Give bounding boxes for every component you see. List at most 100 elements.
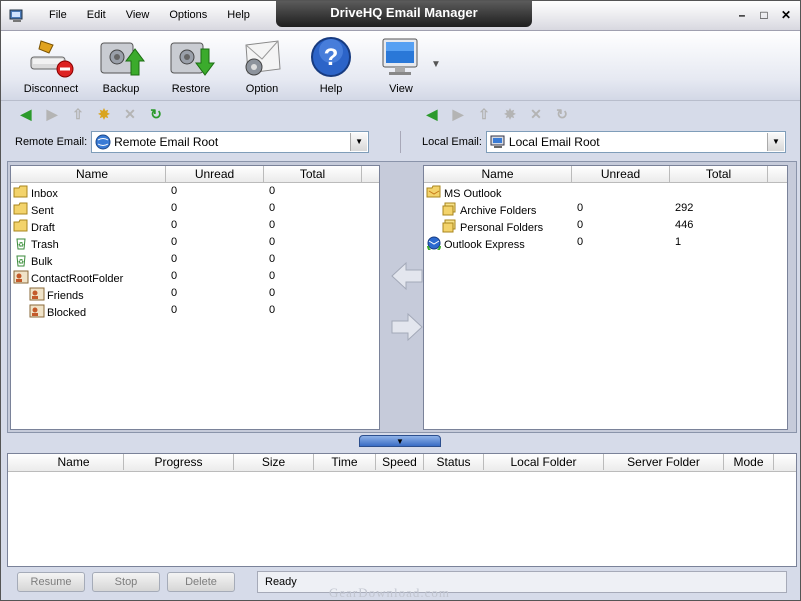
xfer-col-progress[interactable]: Progress — [124, 454, 234, 470]
svg-text:♻: ♻ — [18, 259, 24, 266]
minimize-button[interactable]: – — [736, 8, 748, 22]
local-folder-row[interactable]: Outlook Express 0 1 — [424, 234, 787, 253]
menu-edit[interactable]: Edit — [77, 9, 116, 21]
remote-folder-total: 0 — [269, 270, 276, 282]
remote-email-selector: Remote Email: Remote Email Root ▼ — [15, 129, 370, 155]
xfer-col-time[interactable]: Time — [314, 454, 376, 470]
local-refresh-icon[interactable]: ↻ — [553, 105, 571, 123]
view-label: View — [389, 83, 413, 95]
delete-button[interactable]: Delete — [167, 572, 235, 592]
remote-folder-row[interactable]: ♻ Trash 0 0 — [11, 234, 379, 251]
remote-folder-row[interactable]: Blocked 0 0 — [11, 302, 379, 319]
remote-combo-arrow-icon[interactable]: ▼ — [350, 133, 368, 151]
menu-view[interactable]: View — [116, 9, 160, 21]
remote-col-unread[interactable]: Unread — [166, 166, 264, 182]
remote-folder-row[interactable]: Sent 0 0 — [11, 200, 379, 217]
local-combo-arrow-icon[interactable]: ▼ — [766, 133, 784, 151]
svg-text:?: ? — [324, 44, 339, 71]
local-folder-label: Personal Folders — [460, 221, 544, 234]
remote-email-value: Remote Email Root — [114, 135, 219, 149]
disconnect-button[interactable]: Disconnect — [15, 35, 87, 97]
remote-folder-row[interactable]: ContactRootFolder 0 0 — [11, 268, 379, 285]
transfer-header: Name Progress Size Time Speed Status Loc… — [8, 454, 796, 472]
remote-folder-unread: 0 — [171, 219, 178, 231]
local-forward-icon[interactable]: ▶ — [449, 105, 467, 123]
option-label: Option — [245, 83, 279, 95]
remote-folder-row[interactable]: Draft 0 0 — [11, 217, 379, 234]
xfer-col-server-folder[interactable]: Server Folder — [604, 454, 724, 470]
restore-button[interactable]: Restore — [155, 35, 227, 97]
remote-folder-total: 0 — [269, 304, 276, 316]
remote-folder-list[interactable]: Name Unread Total Inbox 0 0 Sent 0 0 Draft 0 0 ♻ T… — [10, 165, 380, 430]
new-folder-icon[interactable]: ✸ — [95, 105, 113, 123]
local-col-name[interactable]: Name — [424, 166, 572, 182]
view-dropdown-arrow-icon[interactable]: ▼ — [431, 59, 441, 70]
local-back-icon[interactable]: ◀ — [423, 105, 441, 123]
watermark: GearDownload.com — [329, 585, 451, 600]
help-button[interactable]: ? Help — [295, 35, 367, 97]
local-new-folder-icon[interactable]: ✸ — [501, 105, 519, 123]
pane-splitter[interactable]: ▼ — [359, 435, 441, 447]
remote-folder-unread: 0 — [171, 253, 178, 265]
remote-email-combo[interactable]: Remote Email Root ▼ — [91, 131, 370, 153]
remote-col-name[interactable]: Name — [19, 166, 166, 182]
remote-folder-label: Trash — [31, 238, 59, 251]
help-icon: ? — [311, 37, 351, 77]
copy-to-remote-arrow-icon[interactable] — [390, 259, 424, 293]
local-email-selector: Local Email: Local Email Root ▼ — [422, 129, 786, 155]
xfer-col-status[interactable]: Status — [424, 454, 484, 470]
refresh-icon[interactable]: ↻ — [147, 105, 165, 123]
main-toolbar: Disconnect Backup Restore Option ? Help … — [1, 31, 800, 101]
copy-to-local-arrow-icon[interactable] — [390, 310, 424, 344]
remote-col-total[interactable]: Total — [264, 166, 362, 182]
xfer-col-speed[interactable]: Speed — [376, 454, 424, 470]
stop-button[interactable]: Stop — [92, 572, 160, 592]
xfer-col-name[interactable]: Name — [24, 454, 124, 470]
menu-help[interactable]: Help — [217, 9, 260, 21]
resume-button[interactable]: Resume — [17, 572, 85, 592]
local-folder-total: 292 — [675, 202, 694, 214]
xfer-col-mode[interactable]: Mode — [724, 454, 774, 470]
close-button[interactable]: ✕ — [780, 8, 792, 22]
local-col-total[interactable]: Total — [670, 166, 768, 182]
remote-folder-unread: 0 — [171, 270, 178, 282]
backup-button[interactable]: Backup — [85, 35, 157, 97]
xfer-col-size[interactable]: Size — [234, 454, 314, 470]
help-label: Help — [319, 83, 343, 95]
local-folder-row[interactable]: Personal Folders 0 446 — [424, 217, 787, 234]
view-button[interactable]: View — [365, 35, 437, 97]
local-folder-total: 1 — [675, 236, 682, 248]
outlook-express-icon — [426, 236, 442, 253]
transfer-queue[interactable]: Name Progress Size Time Speed Status Loc… — [7, 453, 797, 567]
local-col-unread[interactable]: Unread — [572, 166, 670, 182]
disconnect-icon — [30, 40, 74, 78]
remote-folder-label: Blocked — [47, 306, 87, 319]
xfer-col-local-folder[interactable]: Local Folder — [484, 454, 604, 470]
local-nav-toolbar: ◀ ▶ ⇧ ✸ ✕ ↻ — [423, 105, 571, 123]
remote-folder-label: Draft — [31, 221, 55, 234]
option-button[interactable]: Option — [226, 35, 298, 97]
local-folder-label: Outlook Express — [444, 238, 525, 251]
remote-folder-row[interactable]: Inbox 0 0 — [11, 183, 379, 200]
maximize-button[interactable]: □ — [758, 8, 770, 22]
menu-options[interactable]: Options — [159, 9, 217, 21]
remote-folder-row[interactable]: ♻ Bulk 0 0 — [11, 251, 379, 268]
local-folder-row[interactable]: MS Outlook — [424, 183, 787, 200]
up-folder-icon[interactable]: ⇧ — [69, 105, 87, 123]
local-up-folder-icon[interactable]: ⇧ — [475, 105, 493, 123]
local-folder-unread: 0 — [577, 236, 584, 248]
delete-icon[interactable]: ✕ — [121, 105, 139, 123]
local-folder-row[interactable]: Archive Folders 0 292 — [424, 200, 787, 217]
local-folder-label: Archive Folders — [460, 204, 537, 217]
local-folder-list[interactable]: Name Unread Total MS Outlook Archive Fold… — [423, 165, 788, 430]
remote-folder-total: 0 — [269, 253, 276, 265]
remote-folder-row[interactable]: Friends 0 0 — [11, 285, 379, 302]
view-icon — [382, 38, 418, 75]
back-icon[interactable]: ◀ — [17, 105, 35, 123]
local-email-combo[interactable]: Local Email Root ▼ — [485, 131, 786, 153]
contact-icon — [29, 304, 45, 321]
menu-file[interactable]: File — [39, 9, 77, 21]
forward-icon[interactable]: ▶ — [43, 105, 61, 123]
restore-icon — [170, 42, 215, 76]
local-delete-icon[interactable]: ✕ — [527, 105, 545, 123]
